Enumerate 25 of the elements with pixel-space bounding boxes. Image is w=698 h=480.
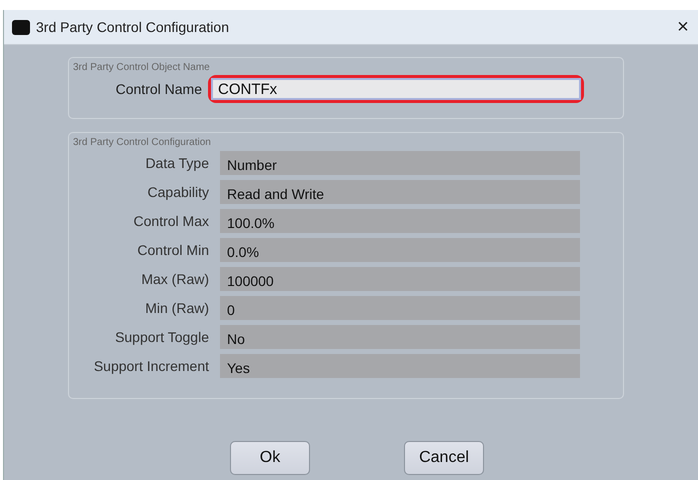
value-field: Read and Write (220, 180, 580, 204)
field-label: Min (Raw) (144, 300, 210, 316)
field-label: Data Type (144, 155, 210, 171)
value-field: Yes (220, 354, 580, 378)
value-field: 0.0% (220, 238, 580, 262)
field-label: Control Name (114, 81, 203, 97)
field-label: Support Increment (92, 358, 210, 374)
field-label: Control Min (136, 242, 210, 258)
close-button[interactable]: × (668, 17, 698, 37)
value-field: Number (220, 151, 580, 175)
field-label: Max (Raw) (140, 271, 210, 287)
value-field: 100000 (220, 267, 580, 291)
ok-button[interactable]: Ok (230, 441, 310, 475)
value-field: 100.0% (220, 209, 580, 233)
app-logo-icon (12, 20, 30, 34)
window-title: 3rd Party Control Configuration (36, 19, 230, 35)
value-field: No (220, 325, 580, 349)
field-label: Capability (146, 184, 210, 200)
cancel-button[interactable]: Cancel (404, 441, 484, 475)
field-label: Control Max (132, 213, 210, 229)
value-field: 0 (220, 296, 580, 320)
group-title: 3rd Party Control Configuration (73, 137, 212, 148)
control-name-field[interactable]: CONTFx (211, 78, 581, 100)
group-title: 3rd Party Control Object Name (73, 62, 211, 73)
field-label: Support Toggle (114, 329, 210, 345)
